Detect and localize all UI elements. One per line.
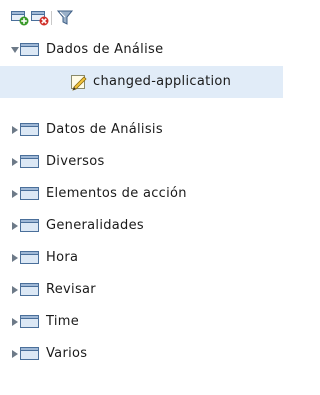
- remove-node-icon: [31, 11, 49, 26]
- folder-icon: [20, 219, 39, 232]
- chevron-right-icon[interactable]: [10, 221, 20, 231]
- tree-node-label: Hora: [46, 250, 79, 265]
- tree-node-label: Datos de Análisis: [46, 122, 163, 137]
- tree-node-dados-de-analise[interactable]: Dados de Análise: [0, 34, 283, 66]
- chevron-right-icon[interactable]: [10, 285, 20, 295]
- folder-icon: [20, 123, 39, 136]
- tree-toolbar: [0, 0, 283, 34]
- chevron-right-icon[interactable]: [10, 317, 20, 327]
- edit-document-icon: [71, 75, 87, 91]
- tree-node-label: Dados de Análise: [46, 42, 164, 57]
- filter-button[interactable]: [56, 10, 75, 26]
- tree-node-label: changed-application: [93, 74, 232, 89]
- tree-node-label: Time: [46, 314, 80, 329]
- toolbar-separator: [51, 11, 52, 25]
- chevron-right-icon[interactable]: [10, 253, 20, 263]
- chevron-right-icon[interactable]: [10, 349, 20, 359]
- filter-icon: [56, 10, 74, 25]
- chevron-right-icon[interactable]: [10, 157, 20, 167]
- add-node-button[interactable]: [11, 10, 29, 26]
- tree-node-label: Generalidades: [46, 218, 144, 233]
- tree-node-generalidades[interactable]: Generalidades: [0, 210, 283, 242]
- tree-node-revisar[interactable]: Revisar: [0, 274, 283, 306]
- folder-icon: [20, 43, 39, 56]
- tree-node-label: Elementos de acción: [46, 186, 187, 201]
- tree-node-label: Revisar: [46, 282, 96, 297]
- chevron-right-icon[interactable]: [10, 125, 20, 135]
- folder-icon: [20, 283, 39, 296]
- tree-node-time[interactable]: Time: [0, 306, 283, 338]
- folder-icon: [20, 155, 39, 168]
- tree-node-datos-de-analisis[interactable]: Datos de Análisis: [0, 114, 283, 146]
- tree-node-diversos[interactable]: Diversos: [0, 146, 283, 178]
- tree-node-elementos-de-accion[interactable]: Elementos de acción: [0, 178, 283, 210]
- add-node-icon: [11, 11, 29, 26]
- tree-node-label: Varios: [46, 346, 88, 361]
- chevron-right-icon[interactable]: [10, 189, 20, 199]
- tree-node-changed-application[interactable]: changed-application: [0, 66, 283, 98]
- tree-node-label: Diversos: [46, 154, 105, 169]
- remove-node-button[interactable]: [31, 10, 49, 26]
- tree-node-hora[interactable]: Hora: [0, 242, 283, 274]
- folder-icon: [20, 251, 39, 264]
- tree-node-varios[interactable]: Varios: [0, 338, 283, 370]
- folder-icon: [20, 187, 39, 200]
- chevron-down-icon[interactable]: [10, 45, 20, 55]
- folder-icon: [20, 347, 39, 360]
- folder-icon: [20, 315, 39, 328]
